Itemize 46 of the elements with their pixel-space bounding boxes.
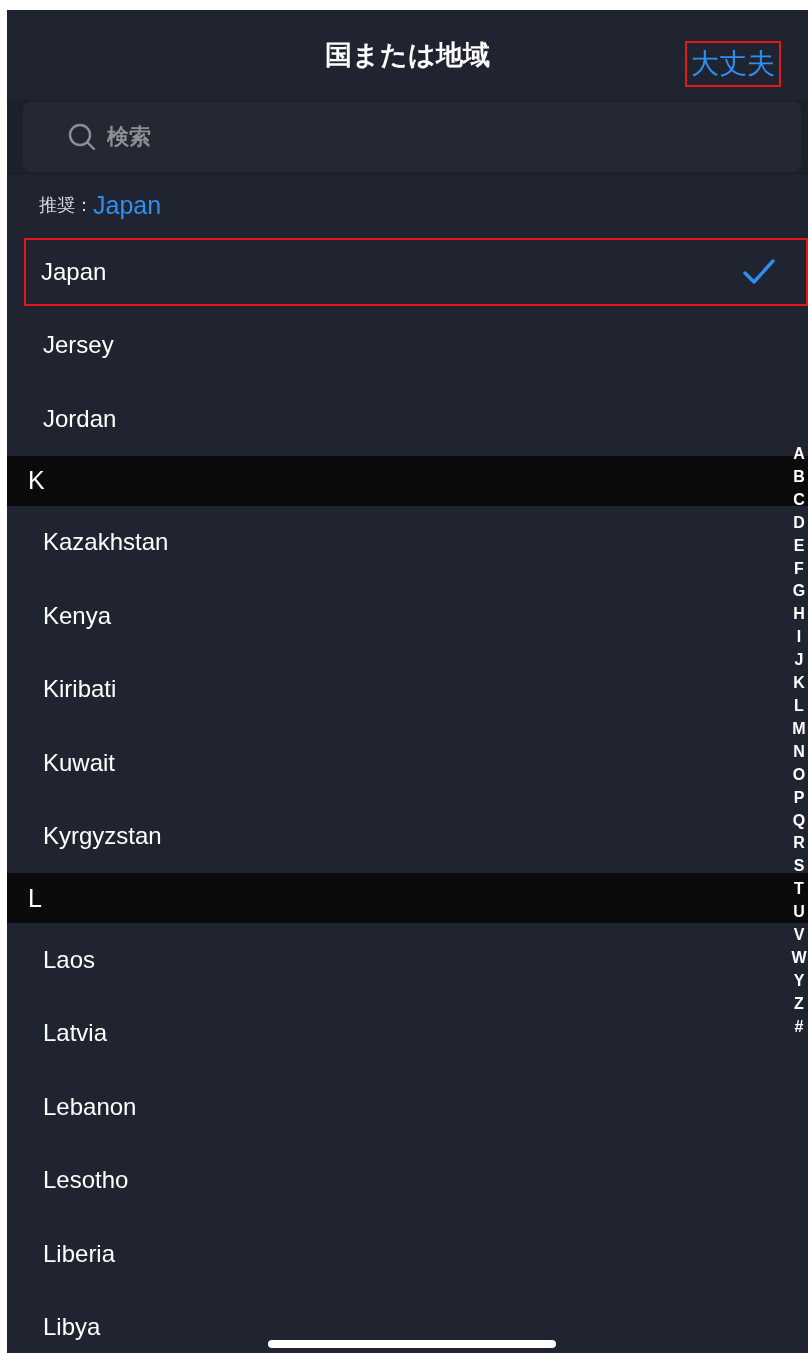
- index-letter[interactable]: K: [793, 672, 805, 695]
- country-row[interactable]: Kazakhstan: [7, 505, 788, 579]
- index-letter[interactable]: T: [794, 878, 804, 902]
- country-row[interactable]: Kyrgyzstan: [7, 799, 788, 873]
- index-letter[interactable]: I: [796, 626, 802, 650]
- done-button[interactable]: 大丈夫: [685, 41, 781, 87]
- search-field[interactable]: 検索: [23, 102, 801, 172]
- suggestion-label: 推奨：: [39, 194, 93, 217]
- country-row[interactable]: Libya: [7, 1290, 788, 1353]
- country-row[interactable]: Jordan: [7, 382, 788, 456]
- country-row[interactable]: Japan: [24, 238, 808, 306]
- index-letter[interactable]: Q: [792, 809, 806, 833]
- country-row[interactable]: Kuwait: [7, 726, 788, 800]
- index-letter[interactable]: H: [793, 603, 805, 627]
- country-row[interactable]: Laos: [7, 923, 788, 997]
- index-letter[interactable]: #: [794, 1015, 804, 1039]
- country-row[interactable]: Jersey: [7, 308, 788, 382]
- country-row[interactable]: Lesotho: [7, 1143, 788, 1217]
- index-letter[interactable]: C: [793, 488, 805, 512]
- index-letter[interactable]: B: [793, 465, 805, 489]
- checkmark-icon: [742, 257, 776, 286]
- index-letter[interactable]: F: [794, 557, 804, 581]
- index-letter[interactable]: D: [793, 511, 805, 535]
- index-letter[interactable]: N: [793, 740, 805, 764]
- index-letter[interactable]: A: [793, 443, 805, 466]
- country-row[interactable]: Liberia: [7, 1217, 788, 1291]
- index-letter[interactable]: Z: [794, 992, 804, 1016]
- screen-title: 国または地域: [325, 39, 490, 72]
- index-letter[interactable]: L: [794, 694, 804, 718]
- index-letter[interactable]: P: [793, 786, 805, 810]
- index-letter[interactable]: G: [792, 580, 806, 604]
- index-letter[interactable]: O: [792, 763, 806, 787]
- index-letter[interactable]: E: [793, 534, 805, 558]
- country-row[interactable]: Lebanon: [7, 1070, 788, 1144]
- country-row[interactable]: Latvia: [7, 996, 788, 1070]
- index-letter[interactable]: M: [792, 717, 806, 741]
- country-row[interactable]: Kenya: [7, 579, 788, 653]
- index-letter[interactable]: J: [794, 649, 804, 673]
- index-letter[interactable]: S: [793, 855, 805, 879]
- suggestion-link[interactable]: Japan: [93, 190, 162, 220]
- index-letter[interactable]: U: [793, 901, 805, 925]
- index-letter[interactable]: V: [793, 924, 805, 947]
- index-letter[interactable]: R: [793, 832, 805, 856]
- index-letter[interactable]: W: [791, 946, 807, 970]
- index-letter[interactable]: Y: [793, 969, 805, 993]
- country-row[interactable]: Kiribati: [7, 652, 788, 726]
